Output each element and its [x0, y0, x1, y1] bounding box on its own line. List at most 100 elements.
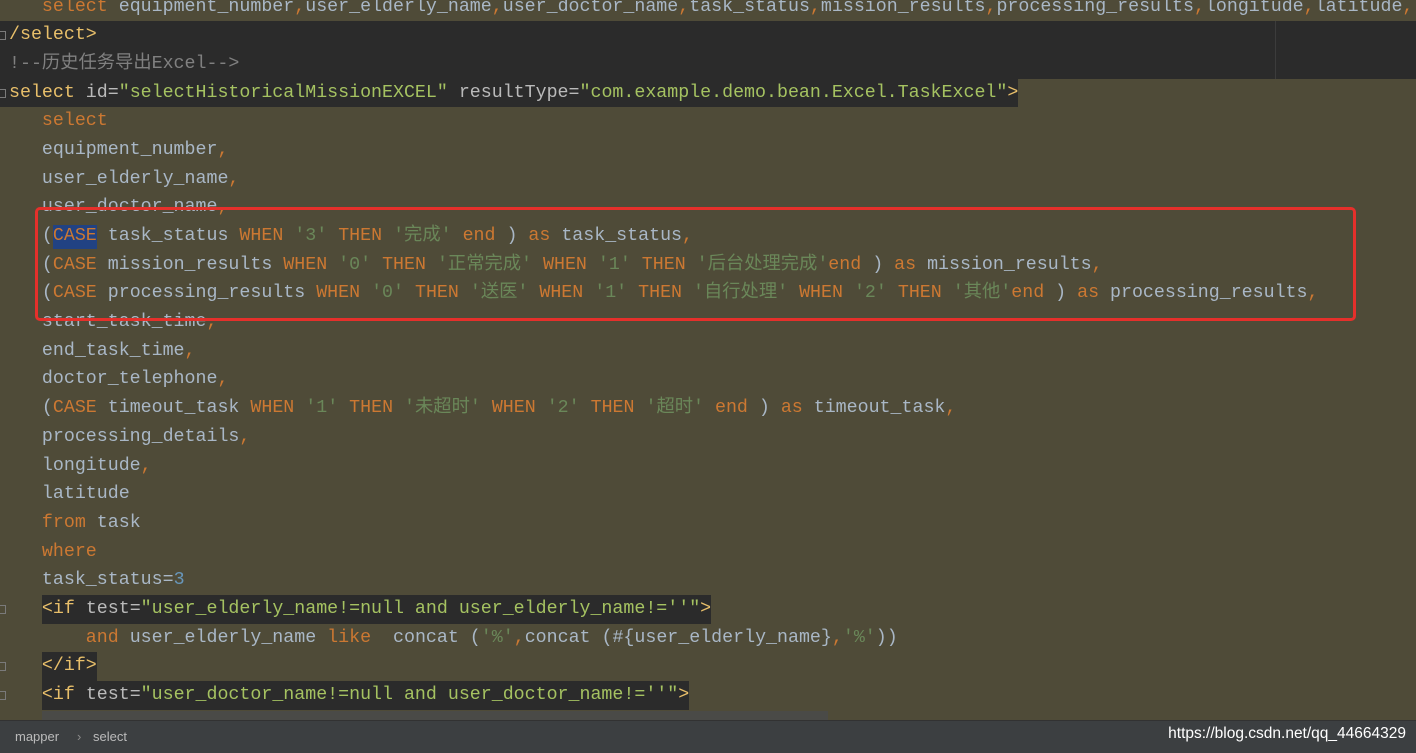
code-number: 3 — [173, 570, 185, 591]
code-identifier: task_status= — [9, 570, 174, 591]
code-line[interactable]: !--历史任务导出Excel--> — [9, 50, 1413, 79]
code-keyword: , — [1193, 0, 1205, 17]
code-line[interactable]: from task — [9, 509, 1413, 538]
code-string: '%' — [480, 627, 514, 648]
code-line[interactable]: and user_elderly_name like concat ('%',c… — [9, 624, 1413, 653]
code-xml-tag: <if — [41, 681, 75, 710]
code-identifier: end_task_time — [9, 340, 185, 361]
code-xml-tag: > — [1007, 78, 1019, 108]
code-identifier: timeout_task — [96, 398, 251, 419]
code-identifier: concat (#{user_elderly_name} — [524, 627, 832, 648]
code-line[interactable]: task_status=3 — [9, 566, 1413, 595]
code-identifier: equipment_number — [9, 139, 218, 160]
code-line[interactable]: (CASE timeout_task WHEN '1' THEN '未超时' W… — [9, 394, 1413, 423]
code-identifier: task_status — [689, 0, 810, 17]
code-xml-attribute-value: "user_doctor_name!=null and user_doctor_… — [140, 681, 679, 710]
code-xml-attribute-value: "com.example.demo.bean.Excel.TaskExcel" — [579, 78, 1008, 108]
code-identifier: processing_details — [9, 426, 240, 447]
code-line[interactable]: processing_details, — [9, 423, 1413, 452]
fold-marker-icon[interactable] — [0, 691, 6, 700]
fold-marker-icon[interactable] — [0, 605, 6, 614]
code-identifier: processing_results — [996, 0, 1194, 17]
code-identifier — [393, 394, 404, 423]
code-keyword: as — [780, 398, 803, 419]
code-keyword: THEN — [349, 398, 394, 419]
code-line[interactable]: </if> — [9, 652, 1413, 681]
code-identifier: timeout_task — [802, 398, 946, 419]
code-keyword: WHEN — [250, 398, 295, 419]
fold-marker-icon[interactable] — [0, 662, 6, 671]
code-xml-attribute: test= — [74, 681, 141, 710]
code-keyword: , — [228, 168, 240, 189]
code-xml-attribute-value: "selectHistoricalMissionEXCEL" — [118, 78, 448, 108]
code-line[interactable]: select — [9, 107, 1413, 136]
code-keyword: and — [85, 627, 119, 648]
code-keyword: , — [294, 0, 306, 17]
code-keyword: , — [985, 0, 997, 17]
code-editor[interactable]: select equipment_number,user_elderly_nam… — [0, 0, 1416, 720]
code-keyword: like — [327, 627, 372, 648]
code-line[interactable]: longitude, — [9, 452, 1413, 481]
code-identifier: user_elderly_name — [9, 168, 229, 189]
code-line[interactable]: where — [9, 538, 1413, 567]
code-identifier: user_doctor_name — [502, 0, 679, 17]
code-xml-tag: select — [9, 78, 75, 108]
code-identifier: user_elderly_name — [118, 627, 328, 648]
code-keyword: , — [809, 0, 821, 17]
code-keyword: , — [239, 426, 251, 447]
code-xml-tag: <if — [41, 594, 75, 624]
code-keyword: CASE — [52, 398, 97, 419]
code-identifier — [9, 509, 42, 538]
code-keyword: from — [41, 512, 86, 533]
code-line[interactable]: user_elderly_name, — [9, 165, 1413, 194]
code-lines: select equipment_number,user_elderly_nam… — [9, 0, 1413, 710]
code-identifier — [9, 681, 42, 710]
code-identifier — [9, 538, 42, 567]
fold-marker-icon[interactable] — [0, 31, 6, 40]
watermark-url: https://blog.csdn.net/qq_44664329 — [1168, 725, 1406, 742]
code-xml-tag: /select> — [9, 21, 97, 50]
code-line[interactable]: <if test="user_doctor_name!=null and use… — [9, 681, 1413, 710]
code-keyword: , — [513, 627, 525, 648]
code-line[interactable]: select id="selectHistoricalMissionEXCEL"… — [9, 78, 1413, 108]
code-line[interactable]: doctor_telephone, — [9, 365, 1413, 394]
code-identifier — [704, 394, 715, 423]
breadcrumb-item-select[interactable]: select — [93, 729, 127, 745]
code-identifier — [9, 0, 42, 21]
partial-code-line — [42, 711, 828, 720]
highlight-annotation-box — [35, 207, 1356, 321]
code-keyword: , — [184, 340, 196, 361]
code-xml-attribute: id= — [74, 78, 119, 108]
code-identifier: latitude — [1314, 0, 1403, 17]
code-identifier: longitude — [9, 455, 141, 476]
code-identifier: )) — [875, 627, 898, 648]
code-string: '未超时' — [404, 398, 481, 419]
breadcrumb-chevron-icon: › — [77, 729, 82, 744]
fold-marker-icon[interactable] — [0, 88, 6, 98]
code-keyword: where — [41, 541, 97, 562]
code-keyword: , — [678, 0, 690, 17]
code-line[interactable]: equipment_number, — [9, 136, 1413, 165]
breadcrumb-item-mapper[interactable]: mapper — [15, 729, 59, 745]
code-keyword: , — [491, 0, 503, 17]
code-identifier — [536, 394, 547, 423]
code-identifier — [580, 394, 591, 423]
code-line[interactable]: <if test="user_elderly_name!=null and us… — [9, 594, 1413, 624]
code-string: '1' — [305, 398, 339, 419]
code-identifier — [481, 394, 492, 423]
code-keyword: , — [1303, 0, 1315, 17]
code-line[interactable]: /select> — [9, 21, 1413, 50]
code-identifier: mission_results — [820, 0, 986, 17]
code-keyword: end — [714, 398, 748, 419]
code-line[interactable]: end_task_time, — [9, 337, 1413, 366]
code-identifier: ( — [9, 398, 53, 419]
code-identifier: user_elderly_name — [305, 0, 492, 17]
code-keyword: , — [945, 398, 957, 419]
code-xml-attribute: test= — [74, 594, 141, 624]
code-identifier: task — [85, 512, 141, 533]
code-keyword: , — [831, 627, 843, 648]
code-line[interactable]: select equipment_number,user_elderly_nam… — [9, 0, 1413, 21]
code-identifier — [9, 652, 42, 681]
code-xml-attribute: resultType= — [447, 78, 580, 108]
code-line[interactable]: latitude — [9, 480, 1413, 509]
